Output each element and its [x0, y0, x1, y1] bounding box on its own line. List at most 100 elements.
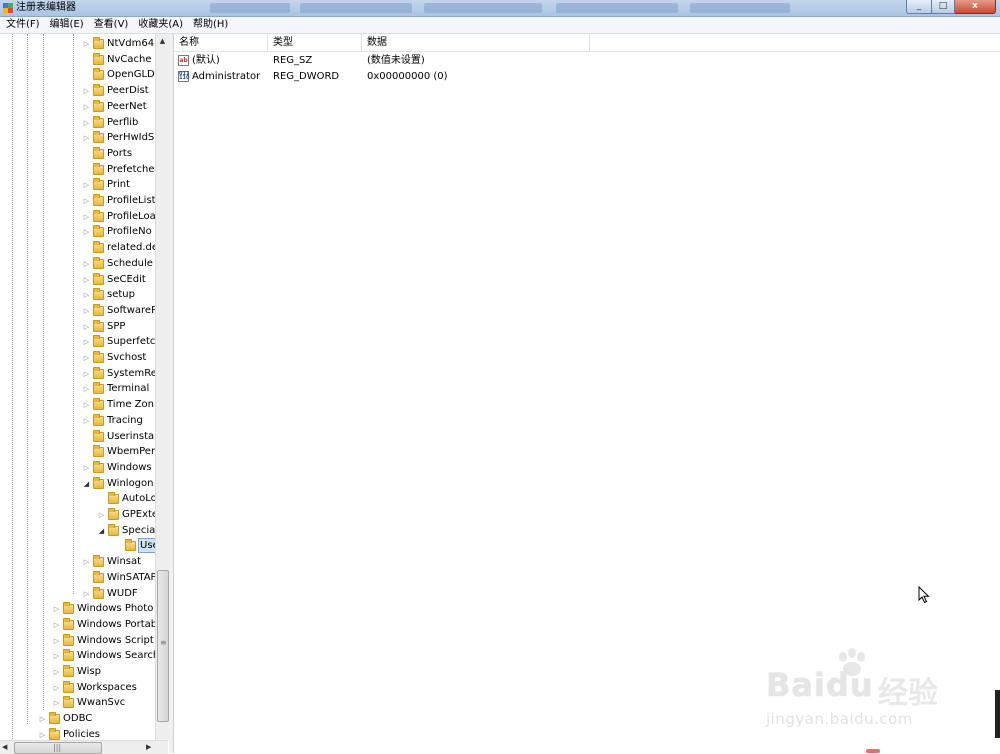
collapse-arrow-icon[interactable]: ◢: [82, 480, 91, 488]
tree-node[interactable]: ▷ SeCEdit: [82, 272, 146, 287]
expand-arrow-icon[interactable]: ▷: [82, 323, 91, 331]
expand-arrow-icon[interactable]: ▷: [82, 260, 91, 268]
tree-node[interactable]: ◢ Specia: [97, 523, 155, 538]
expand-arrow-icon[interactable]: ▷: [82, 370, 91, 378]
column-header-name[interactable]: 名称: [174, 34, 268, 51]
tree-node[interactable]: Userinsta: [82, 429, 154, 444]
expand-arrow-icon[interactable]: ▷: [82, 87, 91, 95]
expand-arrow-icon[interactable]: ▷: [82, 385, 91, 393]
tree-horizontal-scrollbar[interactable]: ◀ ||| ▶: [0, 740, 168, 754]
tree-node[interactable]: ▷ Wisp: [52, 664, 101, 679]
tree-node[interactable]: ▷ ProfileLoa: [82, 209, 156, 224]
expand-arrow-icon[interactable]: ▷: [52, 652, 61, 660]
expand-arrow-icon[interactable]: ▷: [82, 307, 91, 315]
tree-node[interactable]: ▷ ProfileNo: [82, 224, 152, 239]
tree-node[interactable]: ▷ SystemRe: [82, 366, 157, 381]
tree-node[interactable]: ▷ Windows Script: [52, 633, 154, 648]
expand-arrow-icon[interactable]: ▷: [38, 715, 47, 723]
expand-arrow-icon[interactable]: ▷: [82, 181, 91, 189]
menu-favorites[interactable]: 收藏夹(A): [133, 18, 188, 32]
tree-node[interactable]: ▷ PeerDist: [82, 83, 149, 98]
menu-edit[interactable]: 编辑(E): [45, 18, 89, 32]
expand-arrow-icon[interactable]: ▷: [82, 354, 91, 362]
expand-arrow-icon[interactable]: ▷: [52, 605, 61, 613]
tree-node[interactable]: ▷ Windows Photo: [52, 601, 153, 616]
collapse-arrow-icon[interactable]: ◢: [97, 527, 106, 535]
tree-node[interactable]: ▷ PerHwIdS: [82, 130, 154, 145]
tree-node[interactable]: WinSATAP: [82, 570, 157, 585]
expand-arrow-icon[interactable]: ▷: [82, 197, 91, 205]
expand-arrow-icon[interactable]: ▷: [82, 228, 91, 236]
expand-arrow-icon[interactable]: ▷: [82, 103, 91, 111]
maximize-button[interactable]: □: [932, 0, 955, 14]
registry-key-tree[interactable]: ▷ NtVdm64 NvCache OpenGLD ▷ PeerDist ▷ PeerNet ▷…: [0, 34, 170, 753]
tree-node[interactable]: ▷ Perflib: [82, 115, 138, 130]
tree-node[interactable]: ▷ Windows: [82, 460, 152, 475]
tree-vertical-scrollbar[interactable]: ▲ ≡: [155, 34, 169, 740]
tree-horizontal-scroll-thumb[interactable]: |||: [14, 742, 102, 754]
tree-node[interactable]: ▷ WwanSvc: [52, 695, 125, 710]
expand-arrow-icon[interactable]: ▷: [82, 338, 91, 346]
tree-node[interactable]: ▷ Time Zon: [82, 397, 154, 412]
column-header-data[interactable]: 数据: [362, 34, 590, 51]
expand-arrow-icon[interactable]: ▷: [82, 401, 91, 409]
value-row[interactable]: ab (默认) REG_SZ (数值未设置): [174, 53, 644, 69]
tree-node[interactable]: Use: [114, 538, 161, 553]
tree-node[interactable]: ▷ Winsat: [82, 554, 141, 569]
close-button[interactable]: x: [955, 0, 996, 14]
tree-node[interactable]: ▷ ODBC: [38, 711, 92, 726]
tree-node[interactable]: ▷ Windows Search: [52, 648, 159, 663]
value-row[interactable]: 011 110 Administrator REG_DWORD 0x000000…: [174, 69, 644, 85]
scroll-left-arrow-icon[interactable]: ◀: [2, 741, 12, 754]
expand-arrow-icon[interactable]: ▷: [52, 699, 61, 707]
menu-help[interactable]: 帮助(H): [188, 18, 233, 32]
expand-arrow-icon[interactable]: ▷: [82, 213, 91, 221]
expand-arrow-icon[interactable]: ▷: [52, 637, 61, 645]
tree-node[interactable]: ▷ Svchost: [82, 350, 146, 365]
tree-node[interactable]: ▷ PeerNet: [82, 99, 147, 114]
expand-arrow-icon[interactable]: ▷: [38, 731, 47, 739]
expand-arrow-icon[interactable]: ▷: [82, 590, 91, 598]
expand-arrow-icon[interactable]: ▷: [82, 464, 91, 472]
tree-node[interactable]: WbemPer: [82, 444, 155, 459]
tree-node[interactable]: ▷ NtVdm64: [82, 36, 154, 51]
registry-values-list[interactable]: 名称 类型 数据 ab (默认) REG_SZ (数值未设置) 011 110 …: [174, 34, 1000, 753]
menu-file[interactable]: 文件(F): [0, 18, 45, 32]
menu-view[interactable]: 查看(V): [89, 18, 134, 32]
expand-arrow-icon[interactable]: ▷: [82, 134, 91, 142]
expand-arrow-icon[interactable]: ▷: [52, 668, 61, 676]
tree-node[interactable]: ▷ GPExte: [97, 507, 158, 522]
minimize-button[interactable]: _: [906, 0, 932, 14]
tree-node[interactable]: ▷ Windows Portab: [52, 617, 157, 632]
expand-arrow-icon[interactable]: ▷: [52, 684, 61, 692]
expand-arrow-icon[interactable]: ▷: [97, 511, 106, 519]
tree-vertical-scroll-thumb[interactable]: ≡: [157, 570, 169, 722]
tree-node[interactable]: ▷ WUDF: [82, 586, 138, 601]
expand-arrow-icon[interactable]: ▷: [82, 558, 91, 566]
tree-node[interactable]: ▷ Tracing: [82, 413, 143, 428]
tree-node[interactable]: ▷ ProfileList: [82, 193, 156, 208]
tree-node[interactable]: related.de: [82, 240, 158, 255]
tree-node[interactable]: ▷ setup: [82, 287, 135, 302]
title-bar[interactable]: 注册表编辑器 _ □ x: [0, 0, 1000, 17]
tree-node[interactable]: AutoLo: [97, 491, 157, 506]
expand-arrow-icon[interactable]: ▷: [82, 276, 91, 284]
expand-arrow-icon[interactable]: ▷: [82, 291, 91, 299]
expand-arrow-icon[interactable]: ▷: [82, 40, 91, 48]
tree-node[interactable]: ▷ SoftwareP: [82, 303, 157, 318]
tree-node[interactable]: ▷ Terminal: [82, 381, 149, 396]
expand-arrow-icon[interactable]: ▷: [82, 417, 91, 425]
tree-node[interactable]: ▷ SPP: [82, 319, 125, 334]
scroll-up-arrow-icon[interactable]: ▲: [156, 34, 169, 48]
tree-node[interactable]: ▷ Workspaces: [52, 680, 137, 695]
tree-node[interactable]: ▷ Schedule: [82, 256, 153, 271]
scroll-right-arrow-icon[interactable]: ▶: [146, 741, 156, 754]
tree-node[interactable]: Prefetche: [82, 162, 154, 177]
tree-node[interactable]: ▷ Superfetc: [82, 334, 155, 349]
tree-node[interactable]: Ports: [82, 146, 132, 161]
tree-node[interactable]: ▷ Print: [82, 177, 130, 192]
expand-arrow-icon[interactable]: ▷: [52, 621, 61, 629]
column-header-type[interactable]: 类型: [268, 34, 362, 51]
expand-arrow-icon[interactable]: ▷: [82, 119, 91, 127]
tree-node[interactable]: NvCache: [82, 52, 152, 67]
